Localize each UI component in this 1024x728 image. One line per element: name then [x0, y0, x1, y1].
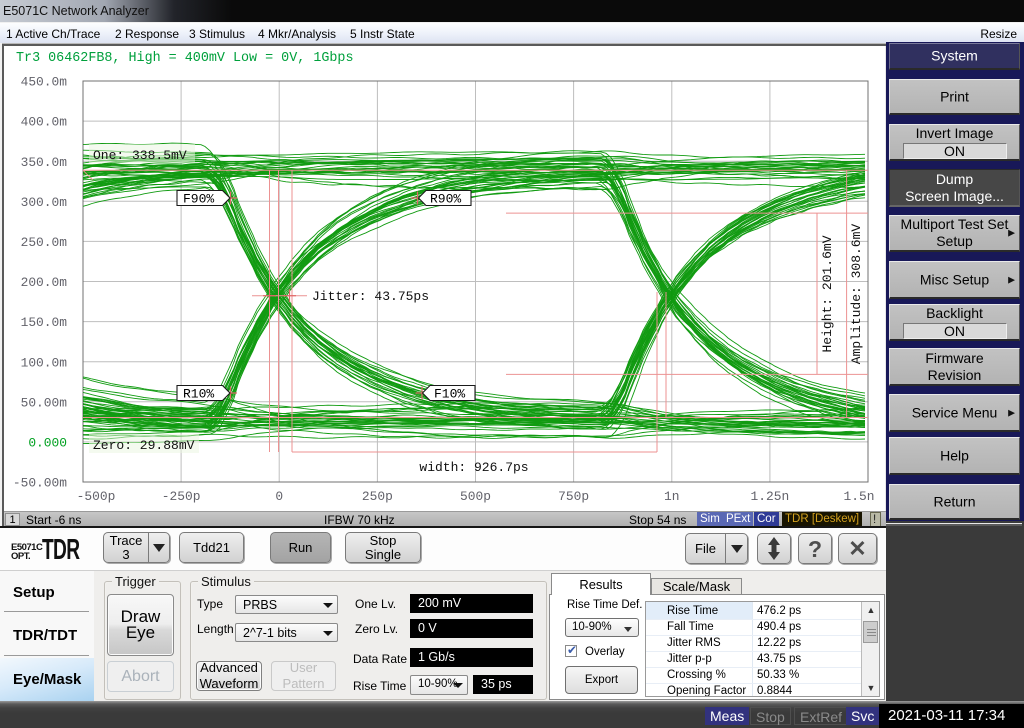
svg-text:1n: 1n — [664, 489, 679, 504]
svg-text:F90%: F90% — [183, 192, 214, 207]
svg-text:Jitter: 43.75ps: Jitter: 43.75ps — [312, 289, 429, 304]
svg-text:0: 0 — [275, 489, 283, 504]
svg-text:1.25n: 1.25n — [751, 489, 790, 504]
svg-text:F10%: F10% — [434, 387, 465, 402]
svg-text:200.0m: 200.0m — [21, 275, 68, 290]
svg-text:150.0m: 150.0m — [21, 315, 68, 330]
svg-text:0.000: 0.000 — [28, 436, 67, 451]
svg-text:500p: 500p — [460, 489, 491, 504]
svg-text:Height: 201.6mV: Height: 201.6mV — [820, 235, 835, 352]
svg-text:R10%: R10% — [183, 387, 214, 402]
svg-text:1.5n: 1.5n — [844, 489, 875, 504]
svg-text:Amplitude: 308.6mV: Amplitude: 308.6mV — [849, 224, 864, 365]
svg-text:50.00m: 50.00m — [21, 395, 68, 410]
svg-text:Zero: 29.88mV: Zero: 29.88mV — [93, 438, 195, 453]
svg-text:400.0m: 400.0m — [21, 115, 68, 130]
svg-text:-500p: -500p — [77, 489, 116, 504]
svg-text:300.0m: 300.0m — [21, 195, 68, 210]
svg-text:250.0m: 250.0m — [21, 235, 68, 250]
svg-text:One: 338.5mV: One: 338.5mV — [93, 148, 187, 163]
svg-text:width: 926.7ps: width: 926.7ps — [419, 460, 528, 475]
svg-text:-50.00m: -50.00m — [13, 476, 67, 491]
svg-text:350.0m: 350.0m — [21, 155, 68, 170]
svg-text:-250p: -250p — [162, 489, 201, 504]
svg-text:100.0m: 100.0m — [21, 355, 68, 370]
svg-text:750p: 750p — [558, 489, 589, 504]
svg-text:Tr3 06462FB8, High = 400mV Low: Tr3 06462FB8, High = 400mV Low = 0V, 1Gb… — [16, 51, 354, 66]
svg-text:250p: 250p — [362, 489, 393, 504]
svg-text:R90%: R90% — [430, 192, 461, 207]
svg-text:450.0m: 450.0m — [21, 75, 68, 90]
